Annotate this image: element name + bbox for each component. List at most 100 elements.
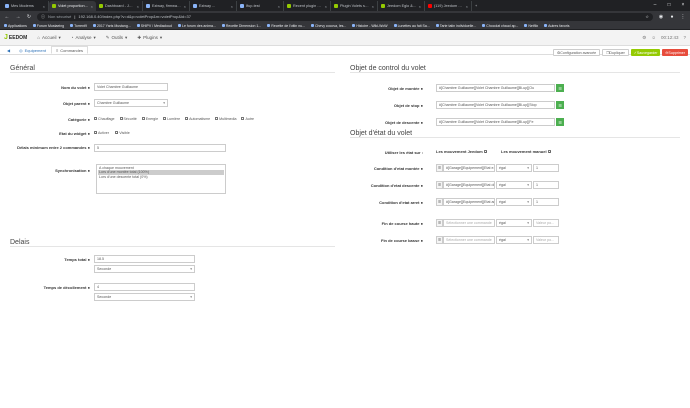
category-checkbox[interactable]: Chauffage — [94, 117, 115, 121]
jeedom-logo[interactable]: J EEDOM — [4, 34, 27, 41]
star-icon[interactable]: ☆ — [645, 14, 649, 19]
back-icon[interactable]: ← — [4, 14, 10, 20]
menu-icon[interactable]: ⋮ — [680, 14, 686, 20]
category-checkbox[interactable]: Lumière — [163, 117, 180, 121]
bookmark-item[interactable]: Recette Dimension 1... — [221, 24, 261, 28]
control-command-input[interactable]: #[Chambre Guillaume][Volet Chambre Guill… — [436, 84, 555, 92]
bookmark-item[interactable]: Applications — [4, 24, 27, 28]
bookmark-item[interactable]: Tarte tatin individuelle... — [435, 24, 476, 28]
browser-tab[interactable]: Recent plugin volet proportio...× — [284, 1, 331, 11]
tab-close-icon[interactable]: × — [91, 4, 93, 9]
list-icon[interactable]: ☰ — [436, 181, 443, 189]
tab-equipement[interactable]: ◎ Equipement — [15, 46, 50, 54]
activate-checkbox[interactable]: ✓ Activer — [94, 131, 109, 135]
save-button[interactable]: ✓ Sauvegarder — [630, 49, 661, 56]
list-icon[interactable]: ☰ — [436, 164, 443, 172]
close-window-icon[interactable]: × — [676, 0, 690, 11]
settings-icon[interactable]: ⚙ — [642, 35, 646, 41]
extension-icon[interactable]: ◉ — [658, 14, 664, 20]
bookmark-item[interactable]: Le forum des anima... — [178, 24, 216, 28]
maximize-icon[interactable]: □ — [662, 0, 676, 11]
minimize-icon[interactable]: – — [648, 0, 662, 11]
category-checkbox[interactable]: ✓ Automatisme — [185, 117, 210, 121]
tab-close-icon[interactable]: × — [137, 4, 139, 9]
info-icon[interactable]: ⓘ — [41, 14, 45, 20]
duplicate-button[interactable]: ❐ Dupliquer — [602, 49, 629, 56]
tab-close-icon[interactable]: × — [325, 4, 327, 9]
tab-commandes[interactable]: ≡ Commandes — [50, 46, 88, 54]
jeedom-movement-checkbox[interactable]: Les mouvement Jeedom ✓ — [436, 149, 487, 154]
bookmark-item[interactable]: Autres favoris — [544, 24, 570, 28]
tab-close-icon[interactable]: × — [43, 4, 45, 9]
browser-tab[interactable]: Mes Modems × — [2, 1, 49, 11]
name-input[interactable]: Volet Chambre Guillaume — [94, 83, 168, 91]
nav-outils[interactable]: ✎ Outils ▾ — [106, 35, 128, 41]
list-icon[interactable]: ☰ — [556, 84, 564, 92]
visible-checkbox[interactable]: ✓ Visible — [115, 131, 130, 135]
browser-tab[interactable]: (119) Jeedom Smart ADAPT...× — [425, 1, 472, 11]
bookmark-item[interactable]: Torrent9 — [70, 24, 87, 28]
end-stop-operator-select[interactable]: égal — [496, 236, 532, 244]
category-checkbox[interactable]: Autre — [241, 117, 254, 121]
tab-close-icon[interactable]: × — [231, 4, 233, 9]
bookmark-item[interactable]: Recette de l'ottin nu... — [267, 24, 305, 28]
end-stop-command-input[interactable]: Sélectionner une commande — [443, 219, 495, 227]
advanced-config-button[interactable]: ⚙ Configuration avancée — [552, 49, 601, 56]
state-operator-select[interactable]: égal — [496, 181, 532, 189]
reload-icon[interactable]: ↻ — [26, 14, 32, 20]
state-operator-select[interactable]: égal — [496, 164, 532, 172]
category-checkbox[interactable]: Sécurité — [119, 117, 137, 121]
bookmark-item[interactable]: Chevy cocova, les... — [311, 24, 346, 28]
browser-tab[interactable]: Eziway ... × — [190, 1, 237, 11]
browser-tab[interactable]: Jeedom Eglo & BJRA - Foru...× — [378, 1, 425, 11]
omnibox[interactable]: ⓘ Non sécurisé | 192.168.0.40/index.php?… — [37, 12, 653, 21]
end-stop-command-input[interactable]: Sélectionner une commande — [443, 236, 495, 244]
list-icon[interactable]: ☰ — [436, 219, 443, 227]
list-icon[interactable]: ☰ — [436, 236, 443, 244]
state-command-input[interactable]: #[Garage][Equipement][Etat ar... — [443, 198, 495, 206]
bookmark-item[interactable]: 2017 Yaris Mustang... — [92, 24, 131, 28]
tab-close-icon[interactable]: × — [372, 4, 374, 9]
forward-icon[interactable]: → — [15, 14, 21, 20]
end-stop-value-input[interactable]: Valeur po... — [533, 236, 559, 244]
list-icon[interactable]: ☰ — [436, 198, 443, 206]
help-icon[interactable]: ? — [683, 35, 686, 40]
total-time-input[interactable]: 18.5 — [94, 255, 195, 263]
state-command-input[interactable]: #[Garage][Equipement][Etat e... — [443, 164, 495, 172]
tab-close-icon[interactable]: × — [278, 4, 280, 9]
bookmark-item[interactable]: Forum Mustaeing — [32, 24, 64, 28]
decol-time-input[interactable]: 4 — [94, 283, 195, 291]
delay-input[interactable]: 5 — [94, 144, 226, 152]
state-value-input[interactable]: 1 — [533, 181, 559, 189]
state-operator-select[interactable]: égal — [496, 198, 532, 206]
bookmark-item[interactable]: SHIPV / Mediacloud — [136, 24, 172, 28]
parent-select[interactable]: Chambre Guillaume — [94, 99, 168, 107]
tab-close-icon[interactable]: × — [466, 4, 468, 9]
user-icon[interactable]: ☺ — [651, 35, 656, 40]
state-value-input[interactable]: 1 — [533, 164, 559, 172]
category-checkbox[interactable]: Multimedia — [215, 117, 236, 121]
sync-option[interactable]: Lors d'une descente total (0%) — [98, 175, 224, 179]
back-arrow-icon[interactable]: ◀ — [3, 46, 14, 54]
new-tab-button[interactable]: + — [472, 1, 480, 11]
bookmark-item[interactable]: Histoire - Wiki-WoW — [352, 24, 388, 28]
url-text[interactable]: 192.168.0.40/index.php?v=d&p=voletProp&m… — [78, 14, 191, 19]
list-icon[interactable]: ☰ — [556, 101, 564, 109]
end-stop-operator-select[interactable]: égal — [496, 219, 532, 227]
category-checkbox[interactable]: Energie — [141, 117, 158, 121]
control-command-input[interactable]: #[Chambre Guillaume][Volet Chambre Guill… — [436, 101, 555, 109]
decol-time-unit-select[interactable]: Seconde — [94, 293, 195, 301]
control-command-input[interactable]: #[Chambre Guillaume][Volet Chambre Guill… — [436, 118, 555, 126]
browser-tab[interactable]: Plugin Volets stackaction× — [331, 1, 378, 11]
browser-tab-active[interactable]: Volet proportionnel - Jeedom× — [49, 1, 96, 11]
nav-analyse[interactable]: ◔ Analyse ▾ — [71, 35, 96, 41]
total-time-unit-select[interactable]: Seconde — [94, 265, 195, 273]
profile-icon[interactable]: ● — [669, 14, 675, 20]
bookmark-item[interactable]: Netflix — [524, 24, 538, 28]
list-icon[interactable]: ☰ — [556, 118, 564, 126]
state-command-input[interactable]: #[Garage][Equipement][Etat de... — [443, 181, 495, 189]
bookmark-item[interactable]: Chocolat chaud ap... — [482, 24, 518, 28]
tab-close-icon[interactable]: × — [419, 4, 421, 9]
browser-tab[interactable]: Dashboard - Jeedom× — [96, 1, 143, 11]
bookmark-item[interactable]: Lunettes au fait Sa... — [393, 24, 430, 28]
